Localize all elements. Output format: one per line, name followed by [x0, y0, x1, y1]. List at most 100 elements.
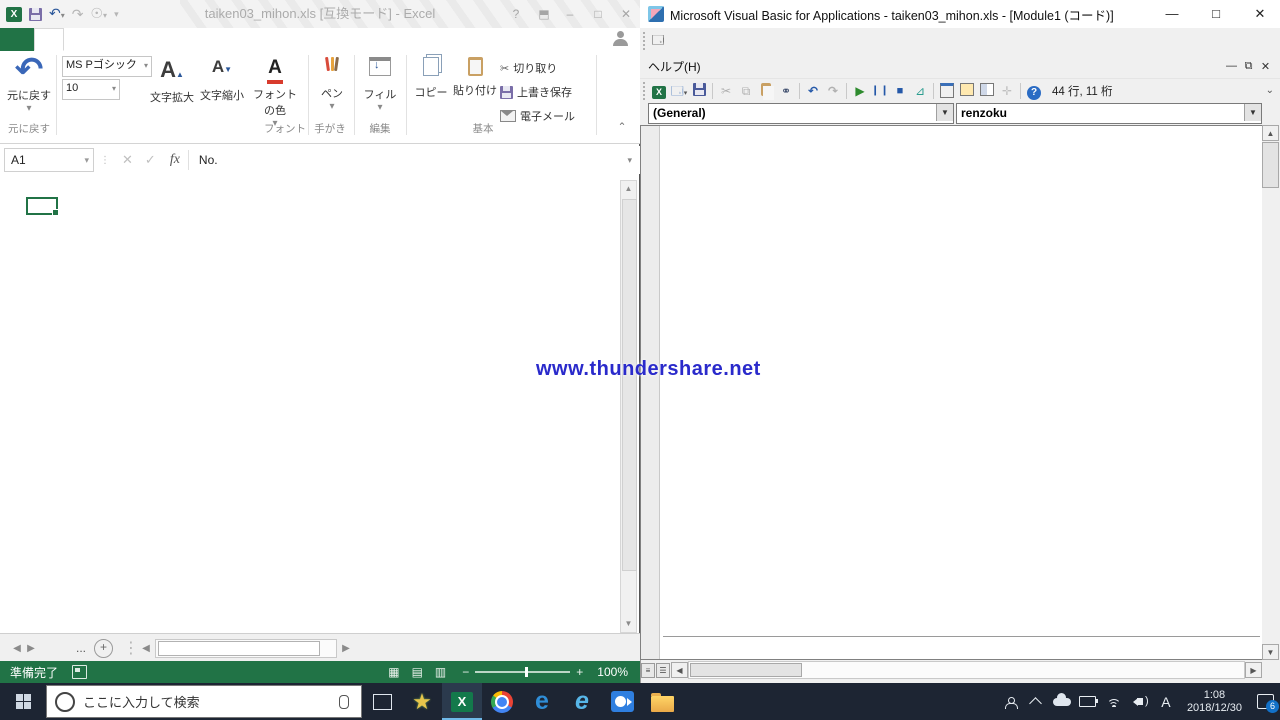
- spreadsheet-grid[interactable]: [0, 180, 618, 633]
- design-mode-icon[interactable]: ⊿: [911, 83, 929, 99]
- view-excel-icon[interactable]: X: [650, 83, 668, 99]
- touch-mode-icon[interactable]: ☉▾: [90, 2, 107, 27]
- ribbon-tab[interactable]: [260, 28, 288, 51]
- undo-button[interactable]: ↶ 元に戻す ▾: [6, 53, 52, 114]
- taskbar-app-edge[interactable]: e: [522, 683, 562, 720]
- ribbon-tab[interactable]: [92, 28, 120, 51]
- save-icon[interactable]: [690, 83, 708, 99]
- zoom-slider[interactable]: [475, 671, 570, 673]
- excel-app-icon[interactable]: X: [6, 7, 22, 22]
- page-break-view-icon[interactable]: ▥: [435, 665, 446, 679]
- vba-close-button[interactable]: ✕: [1240, 0, 1280, 28]
- task-view-button[interactable]: [362, 683, 402, 720]
- hscroll-left-icon[interactable]: ◀: [139, 643, 153, 654]
- menu-help[interactable]: ヘルプ(H): [640, 58, 709, 75]
- object-combo[interactable]: (General)▼: [648, 103, 954, 124]
- action-center-button[interactable]: 6: [1250, 694, 1280, 709]
- sheet-tab-overflow[interactable]: ...: [76, 641, 86, 655]
- save-icon[interactable]: [29, 8, 42, 21]
- normal-view-icon[interactable]: ▦: [388, 665, 399, 679]
- email-button[interactable]: 電子メール: [500, 105, 590, 127]
- zoom-slider-thumb[interactable]: [525, 667, 528, 677]
- wifi-icon[interactable]: [1101, 697, 1127, 707]
- reset-icon[interactable]: ■: [891, 83, 909, 99]
- ribbon-tab[interactable]: [148, 28, 176, 51]
- taskbar-search[interactable]: ここに入力して検索: [46, 685, 362, 718]
- onedrive-icon[interactable]: [1049, 698, 1075, 706]
- vba-maximize-button[interactable]: □: [1196, 0, 1236, 28]
- mdi-minimize-icon[interactable]: ―: [1223, 60, 1240, 72]
- properties-window-icon[interactable]: [958, 83, 976, 99]
- insert-object-icon[interactable]: 🗔▾: [670, 83, 688, 99]
- run-macro-icon[interactable]: ▶: [851, 83, 869, 99]
- font-name-combo[interactable]: MS Pゴシック▾: [62, 56, 152, 77]
- undo-icon[interactable]: ↶: [804, 83, 822, 99]
- fill-handle[interactable]: [52, 209, 59, 216]
- taskbar-app-excel[interactable]: X: [442, 683, 482, 720]
- ribbon-tab[interactable]: [204, 28, 232, 51]
- undo-icon[interactable]: ↶▾: [49, 2, 65, 27]
- scroll-up-icon[interactable]: ▲: [1262, 125, 1279, 141]
- ribbon-tab[interactable]: [34, 28, 64, 51]
- taskbar-app-video[interactable]: [602, 683, 642, 720]
- qat-customize-icon[interactable]: ▾: [114, 3, 119, 25]
- taskbar-clock[interactable]: 1:08 2018/12/30: [1187, 689, 1242, 715]
- ribbon-collapse-icon[interactable]: ⌃: [612, 121, 632, 133]
- scroll-right-icon[interactable]: ▶: [1245, 662, 1262, 678]
- toolbar-overflow-icon[interactable]: ⌄: [1266, 85, 1274, 96]
- code-editor[interactable]: [663, 128, 1260, 658]
- module-icon[interactable]: 🗔: [649, 31, 667, 52]
- break-icon[interactable]: ❙❙: [871, 83, 889, 99]
- shrink-font-button[interactable]: A▼ 文字縮小: [198, 57, 246, 103]
- mdi-restore-icon[interactable]: ⧉: [1240, 60, 1257, 73]
- taskbar-app-chrome[interactable]: [482, 683, 522, 720]
- procedure-combo[interactable]: renzoku▼: [956, 103, 1262, 124]
- scroll-down-icon[interactable]: ▼: [1262, 644, 1279, 660]
- scroll-down-icon[interactable]: ▼: [621, 616, 636, 632]
- taskbar-app-explorer[interactable]: [642, 683, 682, 720]
- ribbon-tab[interactable]: [120, 28, 148, 51]
- paste-button[interactable]: 貼り付け: [452, 57, 498, 98]
- ribbon-tab[interactable]: [176, 28, 204, 51]
- microphone-icon[interactable]: [339, 695, 349, 709]
- toolbar-grip[interactable]: [643, 82, 649, 100]
- hscroll-right-icon[interactable]: ▶: [339, 643, 353, 654]
- macro-record-icon[interactable]: [72, 665, 87, 679]
- excel-close-button[interactable]: ✕: [612, 0, 640, 28]
- dropdown-icon[interactable]: ▼: [936, 104, 953, 121]
- scrollbar-thumb[interactable]: [622, 199, 637, 571]
- zoom-level[interactable]: 100%: [597, 665, 628, 679]
- dropdown-icon[interactable]: ▼: [1244, 104, 1261, 121]
- volume-icon[interactable]: [1127, 698, 1153, 705]
- pen-button[interactable]: ペン ▾: [312, 57, 352, 112]
- ribbon-tab[interactable]: [64, 28, 92, 51]
- taskbar-app-ie[interactable]: e: [562, 683, 602, 720]
- hscrollbar-thumb[interactable]: [158, 641, 320, 656]
- mdi-close-icon[interactable]: ✕: [1257, 60, 1274, 73]
- object-browser-icon[interactable]: [978, 83, 996, 99]
- ribbon-tab[interactable]: [232, 28, 260, 51]
- excel-vertical-scrollbar[interactable]: ▲ ▼: [620, 180, 637, 633]
- procedure-view-icon[interactable]: ≡: [641, 663, 655, 678]
- excel-help-button[interactable]: ?: [502, 0, 530, 28]
- people-icon[interactable]: [997, 697, 1023, 707]
- excel-minimize-button[interactable]: –: [556, 0, 584, 28]
- font-size-combo[interactable]: 10▾: [62, 79, 120, 100]
- ribbon-tab[interactable]: [0, 28, 34, 51]
- scrollbar-thumb[interactable]: [1262, 142, 1279, 188]
- start-button[interactable]: [0, 683, 46, 720]
- horizontal-scrollbar[interactable]: [155, 639, 337, 658]
- horizontal-scrollbar[interactable]: [688, 661, 1245, 679]
- name-box[interactable]: A1▾: [4, 148, 94, 172]
- sheet-nav-right-icon[interactable]: ▶: [24, 643, 38, 654]
- overwrite-save-button[interactable]: 上書き保存: [500, 81, 590, 103]
- ime-mode-indicator[interactable]: A: [1153, 694, 1179, 710]
- font-color-button[interactable]: A フォントの色 ▾: [248, 57, 302, 129]
- help-icon[interactable]: ?: [1025, 83, 1043, 99]
- add-sheet-button[interactable]: +: [94, 639, 113, 658]
- sheet-nav-left-icon[interactable]: ◀: [10, 643, 24, 654]
- fill-button[interactable]: フィル ▾: [358, 57, 402, 113]
- vba-minimize-button[interactable]: —: [1152, 0, 1192, 28]
- page-layout-view-icon[interactable]: ▤: [412, 665, 423, 679]
- project-explorer-icon[interactable]: [938, 83, 956, 99]
